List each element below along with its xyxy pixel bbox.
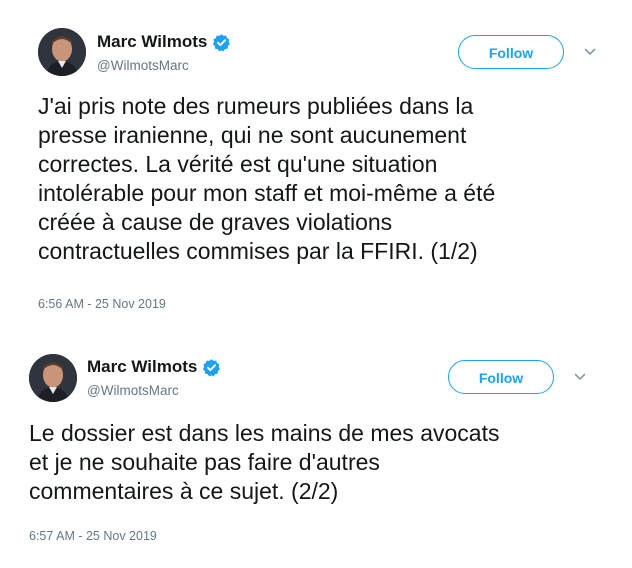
tweet-text-line: contractuelles commises par la FFIRI. (1…: [38, 238, 478, 264]
tweet-timestamp[interactable]: 6:57 AM - 25 Nov 2019: [29, 529, 157, 543]
tweet-text-line: et je ne souhaite pas faire d'autres: [29, 449, 380, 475]
tweet-text: Le dossier est dans les mains de mes avo…: [29, 419, 499, 506]
verified-badge-icon: [212, 33, 231, 52]
tweet-timestamp[interactable]: 6:56 AM - 25 Nov 2019: [38, 297, 166, 311]
tweet-text: J'ai pris note des rumeurs publiées dans…: [38, 92, 495, 266]
avatar[interactable]: [29, 354, 77, 402]
tweet-card: Marc Wilmots @WilmotsMarc Follow J'ai pr…: [0, 0, 632, 330]
tweet-card: Marc Wilmots @WilmotsMarc Follow Le doss…: [0, 330, 632, 568]
tweet-text-line: presse iranienne, qui ne sont aucunement: [38, 122, 467, 148]
follow-button[interactable]: Follow: [458, 35, 564, 69]
tweet-text-line: créée à cause de graves violations: [38, 209, 393, 235]
chevron-down-icon[interactable]: [573, 370, 587, 384]
author-name[interactable]: Marc Wilmots: [87, 357, 197, 377]
verified-badge-icon: [202, 358, 221, 377]
tweet-text-line: Le dossier est dans les mains de mes avo…: [29, 420, 500, 446]
avatar[interactable]: [38, 28, 86, 76]
tweet-text-line: commentaires à ce sujet. (2/2): [29, 478, 339, 504]
tweet-text-line: correctes. La vérité est qu'une situatio…: [38, 151, 438, 177]
chevron-down-icon[interactable]: [583, 45, 597, 59]
tweet-text-line: J'ai pris note des rumeurs publiées dans…: [38, 93, 474, 119]
author-handle[interactable]: @WilmotsMarc: [87, 383, 179, 398]
author-name-row: Marc Wilmots: [97, 32, 231, 52]
tweet-text-line: intolérable pour mon staff et moi-même a…: [38, 180, 496, 206]
follow-button[interactable]: Follow: [448, 360, 554, 394]
author-handle[interactable]: @WilmotsMarc: [97, 58, 189, 73]
author-name-row: Marc Wilmots: [87, 357, 221, 377]
author-name[interactable]: Marc Wilmots: [97, 32, 207, 52]
